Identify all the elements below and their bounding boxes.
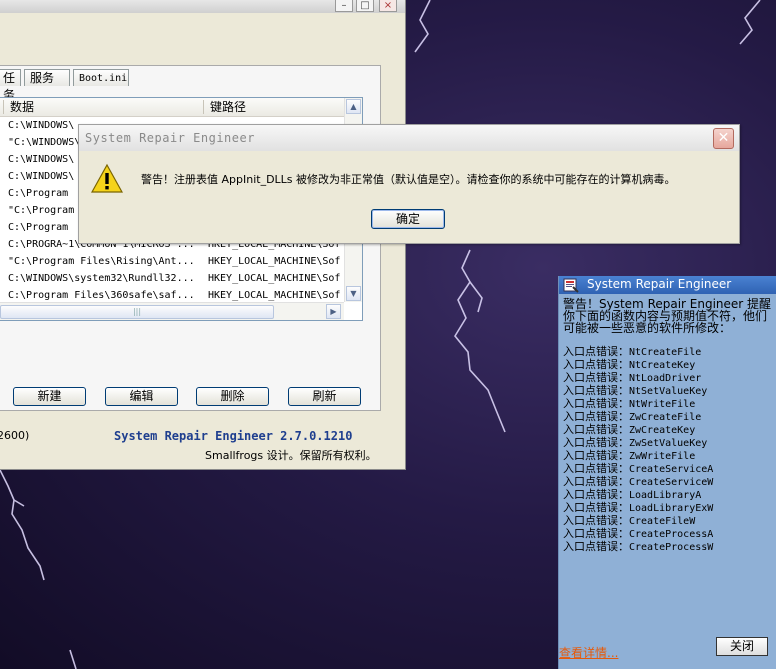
close-window-button[interactable]: × <box>379 0 397 12</box>
column-header-data[interactable]: 数据 <box>10 98 34 116</box>
column-header-key-path[interactable]: 键路径 <box>210 98 246 116</box>
maximize-button[interactable]: □ <box>356 0 374 12</box>
tab-boot-ini[interactable]: Boot.ini <box>73 69 129 86</box>
dialog-titlebar[interactable]: System Repair Engineer ✕ <box>79 125 739 151</box>
row-data: "C:\Program Files\Rising\Ant... <box>8 256 195 267</box>
ok-button[interactable]: 确定 <box>371 209 445 229</box>
entry-prefix: 入口点错误： <box>563 501 629 514</box>
app-logo-icon <box>563 278 579 293</box>
status-text: 2600) <box>0 429 30 442</box>
dialog-message: 警告！注册表值 AppInit_DLLs 被修改为非正常值（默认值是空）。请检查… <box>141 173 676 186</box>
dialog-close-button[interactable]: ✕ <box>713 128 734 149</box>
table-row[interactable]: C:\WINDOWS\system32\Rundll32... HKEY_LOCA… <box>0 270 344 287</box>
entry-prefix: 入口点错误： <box>563 475 629 488</box>
view-details-link[interactable]: 查看详情... <box>559 644 618 661</box>
dialog-title: System Repair Engineer <box>85 131 255 145</box>
refresh-button[interactable]: 刷新 <box>288 387 361 406</box>
entry-name: NtLoadDriver <box>629 373 702 384</box>
scroll-up-icon[interactable]: ▲ <box>346 99 361 114</box>
entry-prefix: 入口点错误： <box>563 345 629 358</box>
entry-name: CreateProcessW <box>629 542 714 553</box>
entry-point-list: 入口点错误：NtCreateFile 入口点错误：NtCreateKey 入口点错误… <box>563 346 713 554</box>
entry-prefix: 入口点错误： <box>563 514 629 527</box>
new-button[interactable]: 新建 <box>13 387 86 406</box>
horizontal-scroll-thumb[interactable]: ||| <box>0 305 274 319</box>
list-item: 入口点错误：CreateProcessW <box>563 541 713 554</box>
table-row[interactable]: "C:\Program Files\Rising\Ant... HKEY_LOCA… <box>0 253 344 270</box>
main-titlebar[interactable]: – □ × <box>0 0 405 13</box>
entry-name: LoadLibraryA <box>629 490 702 501</box>
entry-name: NtCreateFile <box>629 347 702 358</box>
row-key: HKEY_LOCAL_MACHINE\Sof <box>208 256 341 267</box>
notification-close-button[interactable]: 关闭 <box>716 637 768 656</box>
notification-titlebar[interactable]: System Repair Engineer <box>559 276 776 294</box>
column-divider[interactable] <box>203 100 204 114</box>
entry-name: CreateServiceW <box>629 477 714 488</box>
entry-name: CreateServiceA <box>629 464 714 475</box>
minimize-button[interactable]: – <box>335 0 353 12</box>
entry-prefix: 入口点错误： <box>563 410 629 423</box>
entry-name: CreateProcessA <box>629 529 714 540</box>
notification-title: System Repair Engineer <box>587 277 732 291</box>
entry-name: ZwWriteFile <box>629 451 696 462</box>
horizontal-scrollbar[interactable]: ||| ▶ <box>0 302 344 320</box>
scroll-down-icon[interactable]: ▼ <box>346 286 361 301</box>
row-key: HKEY_LOCAL_MACHINE\Sof <box>208 273 341 284</box>
entry-prefix: 入口点错误： <box>563 462 629 475</box>
entry-prefix: 入口点错误： <box>563 397 629 410</box>
entry-name: NtCreateKey <box>629 360 696 371</box>
version-label: System Repair Engineer 2.7.0.1210 <box>114 429 353 443</box>
entry-name: ZwCreateFile <box>629 412 702 423</box>
notification-panel: System Repair Engineer 警告！System Repair … <box>558 276 776 669</box>
entry-name: LoadLibraryExW <box>629 503 714 514</box>
warning-dialog: System Repair Engineer ✕ 警告！注册表值 AppInit… <box>78 124 740 244</box>
entry-prefix: 入口点错误： <box>563 371 629 384</box>
row-data: C:\WINDOWS\system32\Rundll32... <box>8 273 195 284</box>
entry-prefix: 入口点错误： <box>563 449 629 462</box>
entry-prefix: 入口点错误： <box>563 358 629 371</box>
entry-prefix: 入口点错误： <box>563 384 629 397</box>
entry-name: NtSetValueKey <box>629 386 708 397</box>
warning-icon <box>91 163 123 193</box>
entry-prefix: 入口点错误： <box>563 527 629 540</box>
entry-prefix: 入口点错误： <box>563 540 629 553</box>
scroll-right-icon[interactable]: ▶ <box>326 304 341 319</box>
entry-prefix: 入口点错误： <box>563 436 629 449</box>
entry-name: ZwSetValueKey <box>629 438 708 449</box>
entry-name: ZwCreateKey <box>629 425 696 436</box>
table-header: 数据 键路径 <box>0 98 344 117</box>
edit-button[interactable]: 编辑 <box>105 387 178 406</box>
tab-services[interactable]: 服务 <box>24 69 70 86</box>
delete-button[interactable]: 删除 <box>196 387 269 406</box>
entry-name: NtWriteFile <box>629 399 696 410</box>
entry-prefix: 入口点错误： <box>563 423 629 436</box>
entry-name: CreateFileW <box>629 516 696 527</box>
column-divider[interactable] <box>3 100 4 114</box>
notification-intro: 警告！System Repair Engineer 提醒你下面的函数内容与预期值… <box>563 297 772 335</box>
copyright-label: Smallfrogs 设计。保留所有权利。 <box>205 449 377 462</box>
entry-prefix: 入口点错误： <box>563 488 629 501</box>
tab-tasks[interactable]: 任务 <box>0 69 21 102</box>
